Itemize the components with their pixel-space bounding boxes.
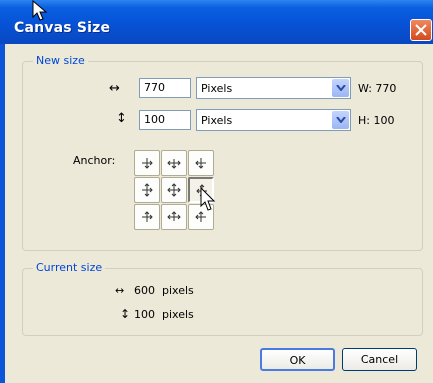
current-size-group <box>22 268 423 336</box>
height-unit-dropdown-button[interactable] <box>332 111 349 129</box>
vertical-resize-icon: ↕ <box>120 307 131 321</box>
cancel-button[interactable]: Cancel <box>342 348 417 371</box>
title-bar[interactable]: Canvas Size <box>0 0 433 44</box>
width-input[interactable]: 770 <box>139 78 191 98</box>
anchor-middle-left[interactable] <box>134 177 160 203</box>
dialog-title: Canvas Size <box>14 20 111 36</box>
height-unit-value: Pixels <box>201 114 233 127</box>
anchor-top-right[interactable] <box>188 150 214 176</box>
width-readout: W: 770 <box>358 82 397 95</box>
anchor-arrows-icon <box>195 158 206 169</box>
close-button[interactable] <box>410 19 432 41</box>
height-unit-select[interactable]: Pixels <box>196 109 351 131</box>
height-readout: H: 100 <box>358 114 395 127</box>
height-input[interactable]: 100 <box>139 110 191 130</box>
new-size-legend: New size <box>33 54 88 67</box>
hand-pointer-icon <box>200 187 216 211</box>
current-height-text: 100 pixels <box>134 308 194 321</box>
current-width-text: 600 pixels <box>134 284 194 297</box>
anchor-arrows-icon <box>142 183 153 197</box>
anchor-top-center[interactable] <box>161 150 187 176</box>
current-size-legend: Current size <box>33 261 106 274</box>
window-frame <box>0 44 5 383</box>
anchor-arrows-icon <box>167 211 181 221</box>
chevron-down-icon <box>336 85 346 91</box>
anchor-bottom-left[interactable] <box>134 204 160 230</box>
width-unit-value: Pixels <box>201 82 233 95</box>
anchor-bottom-center[interactable] <box>161 204 187 230</box>
ok-button[interactable]: OK <box>260 348 335 371</box>
vertical-resize-icon: ↕ <box>116 111 127 126</box>
width-unit-select[interactable]: Pixels <box>196 77 351 99</box>
anchor-arrows-icon <box>142 158 153 169</box>
anchor-arrows-icon <box>167 183 181 197</box>
anchor-arrows-icon <box>167 159 181 169</box>
horizontal-resize-icon: ↔ <box>109 81 120 96</box>
canvas-size-dialog: Canvas Size New size ↔ 770 Pixels W: 770… <box>0 0 433 383</box>
mouse-pointer-icon <box>32 0 48 21</box>
anchor-center[interactable] <box>161 177 187 203</box>
horizontal-resize-icon: ↔ <box>115 284 125 297</box>
chevron-down-icon <box>336 117 346 123</box>
anchor-label: Anchor: <box>73 154 116 167</box>
anchor-top-left[interactable] <box>134 150 160 176</box>
anchor-arrows-icon <box>142 211 153 222</box>
width-unit-dropdown-button[interactable] <box>332 79 349 97</box>
close-icon <box>415 24 427 36</box>
